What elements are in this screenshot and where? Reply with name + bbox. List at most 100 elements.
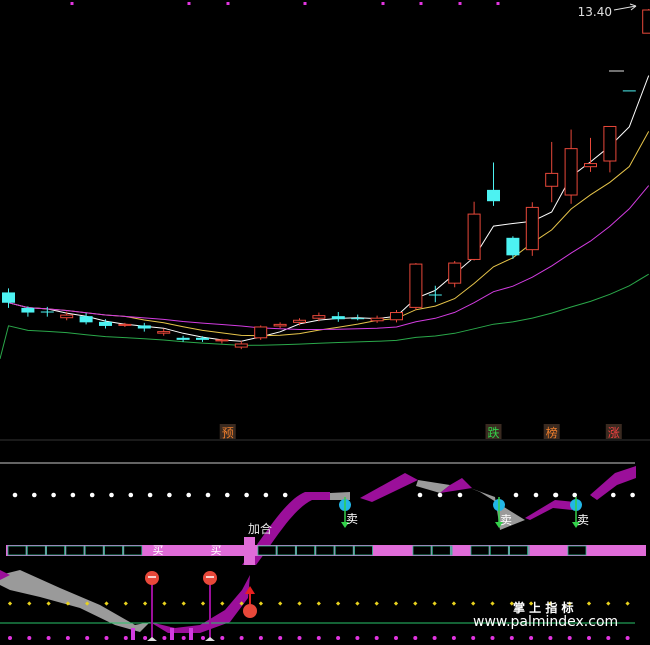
white-dot [12,492,18,498]
magenta-dot [451,636,456,640]
ribbon-segment [360,473,418,502]
volume-tick [131,628,135,640]
yellow-dot [451,601,457,606]
yellow-dot [297,601,302,606]
white-dot [244,492,249,498]
magenta-dot [46,636,51,640]
price-label: 13.40 [578,5,612,19]
yellow-dot [586,601,592,606]
yellow-dot [374,601,379,606]
white-dot [51,492,56,498]
candle-body [448,262,462,284]
yellow-dot [355,601,360,606]
yellow-dot [7,601,13,606]
yellow-dot [606,601,611,606]
volume-tick [189,628,193,640]
band-cell [567,545,587,556]
candle-body [215,339,229,342]
band-cell [26,545,46,556]
band-cell [104,545,123,556]
candle-body [409,263,423,308]
candle-body [273,323,287,327]
candle-body [40,311,54,313]
white-dot [167,492,172,498]
event-labels: 预跌榜涨 [219,424,622,440]
white-dot [282,492,288,498]
candle-body [293,319,306,323]
band-cell [257,545,277,556]
magenta-dot [316,636,321,640]
yellow-dot [104,601,109,606]
magenta-dot [8,636,12,640]
ma-line [8,131,650,337]
candle-body [331,316,345,320]
white-dot [147,492,153,498]
magenta-dot [65,636,70,640]
white-dot [32,492,37,498]
top-dot [303,2,307,5]
top-dot [419,2,423,5]
watermark: www.palmindex.com [473,614,618,630]
yellow-dot [490,601,495,606]
candle-body [60,314,74,319]
magenta-dot [336,636,341,640]
candle-body [603,125,617,162]
white-dot [611,492,616,498]
band-cell [334,545,354,556]
yellow-dot [316,601,321,606]
white-dot [205,492,211,498]
magenta-dot [471,636,476,640]
white-dot [457,492,463,498]
white-dot [417,492,423,498]
white-dot [186,492,191,498]
band-cell [84,545,104,556]
magenta-dot [548,636,553,640]
band-cell [431,545,451,556]
candle-body [157,331,171,334]
magenta-dot [529,636,534,640]
band-cell [354,545,373,556]
stock-chart: 13.40 预跌榜涨 卖卖卖 买买 加合 掌 上 指 标 www.palmind… [0,2,650,641]
yellow-dot [181,601,186,606]
candle-body [564,148,578,196]
yellow-dot [258,601,264,606]
yellow-dot [220,601,225,606]
band-cell [7,545,27,556]
magenta-dot [355,636,360,640]
candle-body [176,337,190,340]
band-cell [489,545,509,556]
magenta-dot [258,636,263,640]
combine-label: 加合 [248,521,272,536]
top-dot [187,2,191,5]
magenta-dot [587,636,591,640]
yellow-dot [123,601,128,606]
candle-body [487,189,500,202]
white-dot [263,492,269,498]
candle-body [118,323,132,326]
white-dot [89,492,95,498]
candle-body [584,163,597,168]
band-cell [509,545,529,556]
candle-body [312,315,326,319]
event-label: 预 [222,426,234,440]
white-dot [437,492,443,498]
band-cell [315,545,335,556]
magenta-dot [490,636,495,640]
yellow-dot [393,601,399,606]
candle-body [99,321,112,326]
magenta-dot [606,636,611,640]
candle-body [196,337,209,340]
band-marker [244,537,255,565]
yellow-dot [413,601,418,606]
candle-body [642,9,650,34]
volume-tick [170,628,174,640]
magenta-dot [394,636,398,640]
sell-label: 卖 [346,512,358,526]
band-cell [276,545,296,556]
band-cell [123,545,143,556]
price-annotation: 13.40 [578,3,637,72]
yellow-dot [162,601,167,606]
magenta-dot [201,636,205,640]
magenta-dot [162,636,167,640]
sell-label: 卖 [500,513,512,527]
